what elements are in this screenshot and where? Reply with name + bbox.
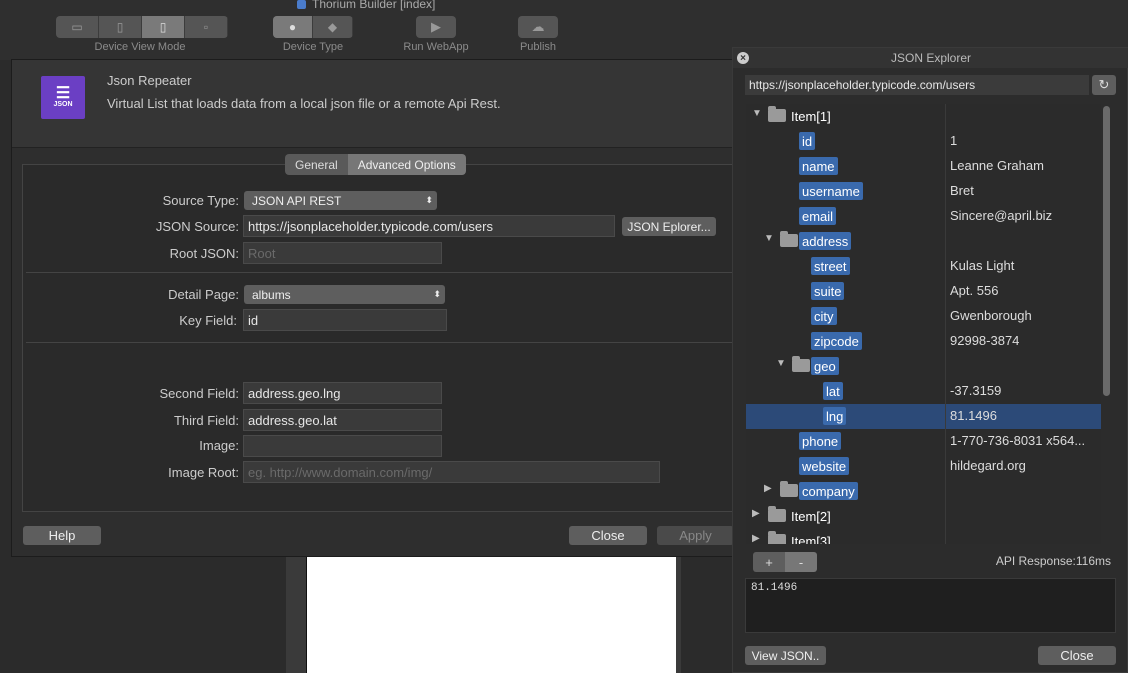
disclosure-down-icon[interactable]: ▼ (764, 233, 774, 244)
publish-label: Publish (519, 41, 557, 53)
device-preview-page (306, 555, 676, 673)
add-button[interactable]: + (753, 552, 785, 572)
root-json-input[interactable]: Root (243, 242, 442, 264)
tree-row[interactable]: street Kulas Light (746, 254, 1101, 279)
folder-icon (792, 356, 810, 372)
detail-page-select[interactable]: albums ⬍ (244, 285, 445, 304)
tree-row[interactable]: website hildegard.org (746, 454, 1101, 479)
tablet-view-icon[interactable]: ▯ (99, 16, 142, 38)
refresh-icon: ↻ (1098, 77, 1110, 92)
tree-row[interactable]: lat -37.3159 (746, 379, 1101, 404)
tree-row-item1[interactable]: ▼ Item[1] (746, 104, 1101, 129)
dialog-tabs: General Advanced Options (285, 154, 466, 175)
device-view-label: Device View Mode (94, 41, 186, 53)
disclosure-right-icon[interactable]: ▶ (752, 508, 760, 519)
help-button[interactable]: Help (23, 526, 101, 545)
third-field-input[interactable]: address.geo.lat (243, 409, 442, 431)
disclosure-down-icon[interactable]: ▼ (752, 108, 762, 119)
window-title: Thorium Builder [index] (297, 0, 435, 11)
folder-icon (780, 231, 798, 247)
close-button[interactable]: Close (569, 526, 647, 545)
tree-row-company[interactable]: ▶ company (746, 479, 1101, 504)
tree-row[interactable]: zipcode 92998-3874 (746, 329, 1101, 354)
remove-button[interactable]: - (785, 552, 817, 572)
device-view-segmented[interactable]: ▭ ▯ ▯ ▫ (56, 16, 228, 38)
android-icon[interactable]: ◆ (313, 16, 353, 38)
tree-row-address[interactable]: ▼ address (746, 229, 1101, 254)
key-field-input[interactable]: id (243, 309, 447, 331)
image-label: Image: (199, 438, 239, 453)
json-explorer-window: JSON Explorer × https://jsonplaceholder.… (732, 47, 1128, 673)
root-json-label: Root JSON: (169, 246, 239, 261)
key-field-label: Key Field: (179, 313, 237, 328)
tree-row[interactable]: suite Apt. 556 (746, 279, 1101, 304)
tree-row[interactable]: phone 1-770-736-8031 x564... (746, 429, 1101, 454)
tree-scrollbar[interactable] (1103, 106, 1110, 396)
dialog-description: Virtual List that loads data from a loca… (107, 96, 501, 111)
api-response-time: API Response:116ms (995, 554, 1111, 568)
disclosure-down-icon[interactable]: ▼ (776, 358, 786, 369)
apple-icon[interactable]: ● (273, 16, 313, 38)
refresh-button[interactable]: ↻ (1092, 75, 1116, 95)
tree-row[interactable]: city Gwenborough (746, 304, 1101, 329)
column-divider (945, 104, 946, 544)
publish-button[interactable]: ☁ (518, 16, 558, 38)
third-field-label: Third Field: (173, 413, 239, 428)
image-input[interactable] (243, 435, 442, 457)
image-root-input[interactable]: eg. http://www.domain.com/img/ (243, 461, 660, 483)
view-json-button[interactable]: View JSON.. (745, 646, 826, 665)
json-tree[interactable]: ▼ Item[1] id 1 name Leanne Graham userna… (746, 104, 1101, 544)
divider (26, 342, 732, 343)
explorer-url-input[interactable]: https://jsonplaceholder.typicode.com/use… (745, 75, 1089, 95)
folder-icon (768, 506, 786, 522)
tree-row-geo[interactable]: ▼ geo (746, 354, 1101, 379)
tree-row[interactable]: email Sincere@april.biz (746, 204, 1101, 229)
tree-row-selected[interactable]: lng 81.1496 (746, 404, 1101, 429)
json-list-icon: ☰ JSON (41, 76, 85, 119)
disclosure-right-icon[interactable]: ▶ (752, 533, 760, 544)
tab-advanced-options[interactable]: Advanced Options (347, 154, 466, 175)
folder-icon (768, 531, 786, 544)
json-repeater-dialog: ☰ JSON Json Repeater Virtual List that l… (12, 60, 734, 556)
selected-value-textarea[interactable]: 81.1496 (745, 578, 1116, 633)
tab-general[interactable]: General (285, 154, 348, 175)
disclosure-right-icon[interactable]: ▶ (764, 483, 772, 494)
phone-landscape-view-icon[interactable]: ▫ (185, 16, 228, 38)
tree-row[interactable]: username Bret (746, 179, 1101, 204)
add-remove-control: + - (753, 552, 817, 572)
tree-row-item2[interactable]: ▶ Item[2] (746, 504, 1101, 529)
json-source-label: JSON Source: (155, 219, 239, 234)
image-root-label: Image Root: (168, 465, 239, 480)
divider (26, 272, 732, 273)
second-field-input[interactable]: address.geo.lng (243, 382, 442, 404)
apply-button[interactable]: Apply (657, 526, 734, 545)
run-webapp-button[interactable]: ▶ (416, 16, 456, 38)
folder-icon (768, 106, 786, 122)
json-explorer-button[interactable]: JSON Eplorer... (622, 217, 716, 236)
dialog-title: Json Repeater (107, 73, 192, 88)
desktop-view-icon[interactable]: ▭ (56, 16, 99, 38)
phone-view-icon[interactable]: ▯ (142, 16, 185, 38)
json-source-input[interactable]: https://jsonplaceholder.typicode.com/use… (243, 215, 615, 237)
play-icon: ▶ (431, 19, 441, 34)
updown-chevron-icon: ⬍ (433, 289, 441, 299)
cloud-upload-icon: ☁ (531, 19, 545, 34)
app-icon (297, 0, 306, 9)
updown-chevron-icon: ⬍ (425, 195, 433, 205)
second-field-label: Second Field: (159, 386, 240, 401)
source-type-select[interactable]: JSON API REST ⬍ (244, 191, 437, 210)
close-icon[interactable]: × (737, 52, 749, 64)
detail-page-label: Detail Page: (168, 287, 239, 302)
explorer-close-button[interactable]: Close (1038, 646, 1116, 665)
tree-row-item3[interactable]: ▶ Item[3] (746, 529, 1101, 544)
tree-row[interactable]: id 1 (746, 129, 1101, 154)
explorer-title: JSON Explorer (733, 48, 1128, 68)
folder-icon (780, 481, 798, 497)
tree-row[interactable]: name Leanne Graham (746, 154, 1101, 179)
source-type-label: Source Type: (162, 193, 239, 208)
device-type-segmented[interactable]: ● ◆ (273, 16, 353, 38)
